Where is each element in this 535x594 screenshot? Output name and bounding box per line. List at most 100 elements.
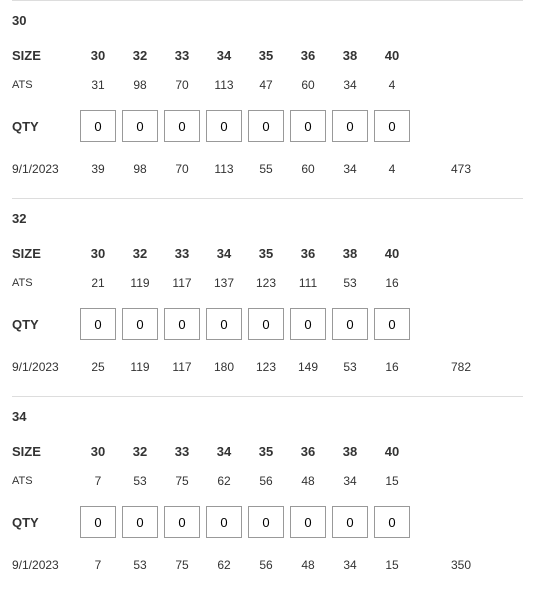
ats-cell: 75 (161, 474, 203, 488)
qty-input[interactable] (206, 506, 242, 538)
size-header-cell: 30 (77, 48, 119, 63)
date-cell: 15 (371, 558, 413, 572)
qty-input[interactable] (164, 110, 200, 142)
qty-cell (161, 308, 203, 340)
qty-input[interactable] (248, 308, 284, 340)
qty-input[interactable] (122, 506, 158, 538)
qty-cell (329, 308, 371, 340)
qty-input[interactable] (80, 506, 116, 538)
group-title: 32 (12, 211, 523, 226)
date-cell: 56 (245, 558, 287, 572)
size-group: 32SIZE3032333435363840ATS211191171371231… (12, 198, 523, 396)
date-cell: 39 (77, 162, 119, 176)
qty-row: QTY (12, 502, 523, 542)
size-group: 34SIZE3032333435363840ATS753756256483415… (12, 396, 523, 594)
qty-cell (203, 110, 245, 142)
ats-cell: 117 (161, 276, 203, 290)
ats-cell: 21 (77, 276, 119, 290)
qty-input[interactable] (80, 110, 116, 142)
qty-cell (245, 308, 287, 340)
qty-cell (161, 110, 203, 142)
qty-cell (161, 506, 203, 538)
qty-cell (287, 308, 329, 340)
ats-label: ATS (12, 79, 77, 91)
qty-input[interactable] (122, 308, 158, 340)
ats-cell: 47 (245, 78, 287, 92)
size-header-cell: 34 (203, 444, 245, 459)
qty-input[interactable] (164, 308, 200, 340)
ats-cell: 4 (371, 78, 413, 92)
date-cell: 113 (203, 162, 245, 176)
qty-input[interactable] (332, 110, 368, 142)
qty-input[interactable] (374, 506, 410, 538)
size-header-cell: 35 (245, 444, 287, 459)
size-header-cell: 38 (329, 246, 371, 261)
date-cell: 60 (287, 162, 329, 176)
qty-input[interactable] (290, 110, 326, 142)
size-header-cell: 34 (203, 48, 245, 63)
ats-cell: 70 (161, 78, 203, 92)
date-cell: 55 (245, 162, 287, 176)
qty-input[interactable] (332, 308, 368, 340)
qty-cell (371, 506, 413, 538)
size-label: SIZE (12, 246, 77, 261)
size-header-row: SIZE3032333435363840 (12, 438, 523, 464)
qty-input[interactable] (206, 308, 242, 340)
qty-input[interactable] (248, 506, 284, 538)
ats-label: ATS (12, 475, 77, 487)
qty-input[interactable] (164, 506, 200, 538)
qty-input[interactable] (290, 506, 326, 538)
date-cell: 34 (329, 162, 371, 176)
qty-input[interactable] (248, 110, 284, 142)
size-header-cell: 38 (329, 48, 371, 63)
ats-cell: 123 (245, 276, 287, 290)
qty-input[interactable] (122, 110, 158, 142)
date-cell: 75 (161, 558, 203, 572)
ats-cell: 62 (203, 474, 245, 488)
date-cell: 7 (77, 558, 119, 572)
ats-cell: 137 (203, 276, 245, 290)
date-cell: 98 (119, 162, 161, 176)
size-header-cell: 35 (245, 246, 287, 261)
qty-cell (119, 506, 161, 538)
qty-cell (287, 506, 329, 538)
qty-cell (329, 506, 371, 538)
qty-cell (329, 110, 371, 142)
ats-cell: 31 (77, 78, 119, 92)
ats-cell: 34 (329, 78, 371, 92)
size-header-row: SIZE3032333435363840 (12, 240, 523, 266)
qty-input[interactable] (374, 308, 410, 340)
date-row: 9/1/2023251191171801231495316782 (12, 354, 523, 380)
size-header-cell: 35 (245, 48, 287, 63)
date-cell: 180 (203, 360, 245, 374)
ats-cell: 48 (287, 474, 329, 488)
size-header-cell: 33 (161, 444, 203, 459)
size-header-cell: 32 (119, 48, 161, 63)
ats-row: ATS3198701134760344 (12, 72, 523, 98)
ats-cell: 111 (287, 276, 329, 290)
date-row: 9/1/20233998701135560344473 (12, 156, 523, 182)
ats-cell: 98 (119, 78, 161, 92)
size-header-cell: 38 (329, 444, 371, 459)
date-label: 9/1/2023 (12, 558, 77, 572)
qty-input[interactable] (80, 308, 116, 340)
qty-input[interactable] (290, 308, 326, 340)
size-header-cell: 40 (371, 444, 413, 459)
date-cell: 53 (329, 360, 371, 374)
qty-cell (77, 506, 119, 538)
qty-input[interactable] (206, 110, 242, 142)
size-header-cell: 40 (371, 48, 413, 63)
date-cell: 119 (119, 360, 161, 374)
size-header-cell: 36 (287, 444, 329, 459)
qty-input[interactable] (374, 110, 410, 142)
size-label: SIZE (12, 444, 77, 459)
size-header-cell: 36 (287, 246, 329, 261)
size-header-row: SIZE3032333435363840 (12, 42, 523, 68)
date-label: 9/1/2023 (12, 360, 77, 374)
date-cell: 53 (119, 558, 161, 572)
date-cell: 16 (371, 360, 413, 374)
qty-input[interactable] (332, 506, 368, 538)
qty-cell (371, 110, 413, 142)
date-row: 9/1/2023753756256483415350 (12, 552, 523, 578)
ats-label: ATS (12, 277, 77, 289)
